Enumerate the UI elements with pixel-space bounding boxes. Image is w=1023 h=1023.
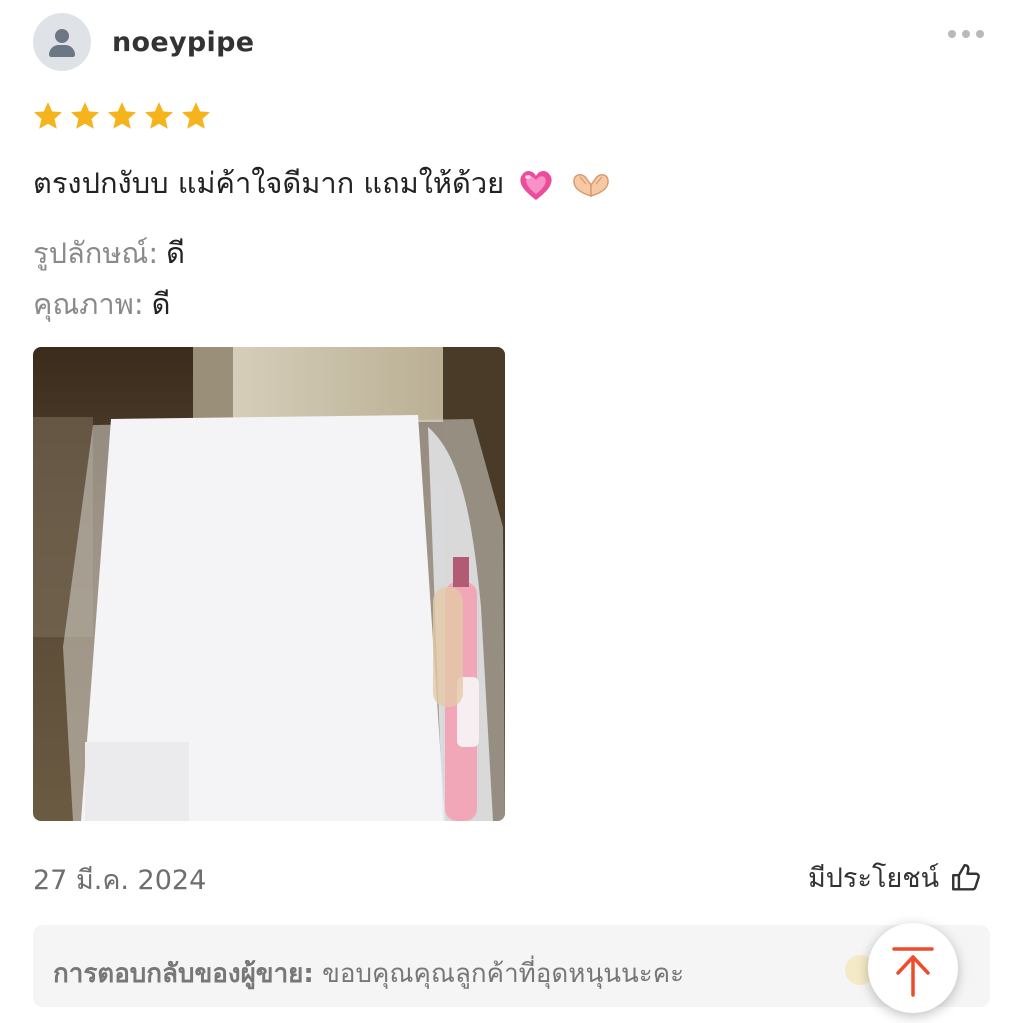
more-icon[interactable] bbox=[948, 22, 992, 46]
star-icon bbox=[108, 102, 136, 129]
heart-emoji bbox=[520, 170, 552, 200]
helpful-label: มีประโยชน์ bbox=[808, 863, 940, 894]
star-icon bbox=[34, 102, 62, 129]
arrow-up-icon bbox=[892, 947, 934, 997]
review-photo-image bbox=[33, 347, 505, 821]
attribute-value: ดี bbox=[151, 287, 171, 321]
hand-heart-emoji bbox=[572, 174, 609, 198]
attribute-value: ดี bbox=[166, 236, 185, 270]
attribute-label: รูปลักษณ์: bbox=[33, 236, 159, 270]
attribute-appearance: รูปลักษณ์: ดี bbox=[33, 230, 185, 276]
scroll-to-top-button[interactable] bbox=[868, 923, 958, 1013]
username[interactable]: noeypipe bbox=[112, 27, 254, 58]
avatar[interactable] bbox=[33, 13, 91, 71]
star-icon bbox=[182, 102, 210, 129]
star-icon bbox=[145, 102, 173, 129]
thumbs-up-icon bbox=[952, 863, 980, 891]
rating-stars bbox=[32, 100, 212, 132]
helpful-button[interactable]: มีประโยชน์ bbox=[808, 856, 983, 899]
attribute-quality: คุณภาพ: ดี bbox=[33, 281, 170, 327]
seller-reply-text: การตอบกลับของผู้ขาย: ขอบคุณคุณลูกค้าที่อ… bbox=[53, 953, 853, 994]
review-date: 27 มี.ค. 2024 bbox=[33, 865, 207, 896]
review-text-line: ตรงปกงับบ แม่ค้าใจดีมาก แถมให้ด้วย bbox=[33, 160, 613, 206]
person-icon bbox=[55, 29, 69, 43]
star-icon bbox=[71, 102, 99, 129]
seller-reply-label: การตอบกลับของผู้ขาย: bbox=[53, 959, 314, 989]
attribute-label: คุณภาพ: bbox=[33, 287, 144, 321]
review-photo[interactable] bbox=[33, 347, 505, 821]
seller-reply-message: ขอบคุณคุณลูกค้าที่อุดหนุนนะคะ bbox=[322, 959, 685, 989]
review-text: ตรงปกงับบ แม่ค้าใจดีมาก แถมให้ด้วย bbox=[33, 166, 505, 200]
seller-reply: การตอบกลับของผู้ขาย: ขอบคุณคุณลูกค้าที่อ… bbox=[33, 925, 990, 1007]
